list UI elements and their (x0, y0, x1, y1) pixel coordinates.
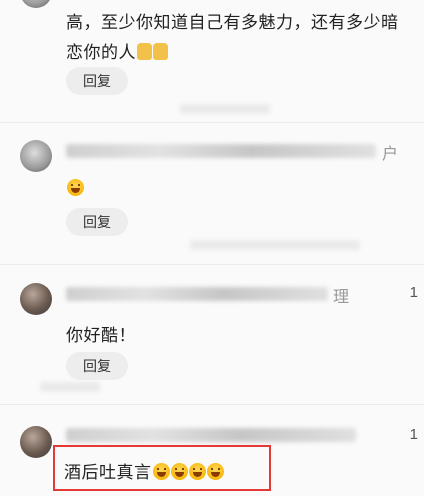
thumbs-up-icon (153, 43, 168, 60)
grin-emoji-icon (67, 179, 84, 196)
reply-button[interactable]: 回复 (66, 67, 128, 95)
thumbs-up-icon (137, 43, 152, 60)
username[interactable] (66, 144, 376, 158)
divider (0, 264, 424, 265)
reply-button[interactable]: 回复 (66, 352, 128, 380)
blurred-text (40, 382, 100, 392)
avatar[interactable] (20, 140, 52, 172)
reply-button[interactable]: 回复 (66, 208, 128, 236)
comment-text: 你好酷！ (66, 326, 136, 345)
username-tail: 户 (382, 146, 399, 163)
like-count: 1 (409, 284, 418, 301)
like-count: 1 (409, 426, 418, 443)
comment-text: 高，至少你知道自己有多魅力，还有多少暗 (66, 13, 399, 32)
blurred-text (180, 104, 270, 114)
avatar[interactable] (20, 283, 52, 315)
avatar[interactable] (20, 426, 52, 458)
username-tail: 理 (333, 289, 350, 306)
comment-text (66, 179, 84, 199)
highlight-box (53, 445, 271, 491)
divider (0, 404, 424, 405)
blurred-text (190, 240, 360, 250)
comment-text-line2: 恋你的人 (66, 38, 168, 63)
username[interactable] (66, 287, 328, 301)
divider (0, 122, 424, 123)
username[interactable] (66, 428, 356, 442)
avatar[interactable] (20, 0, 52, 8)
